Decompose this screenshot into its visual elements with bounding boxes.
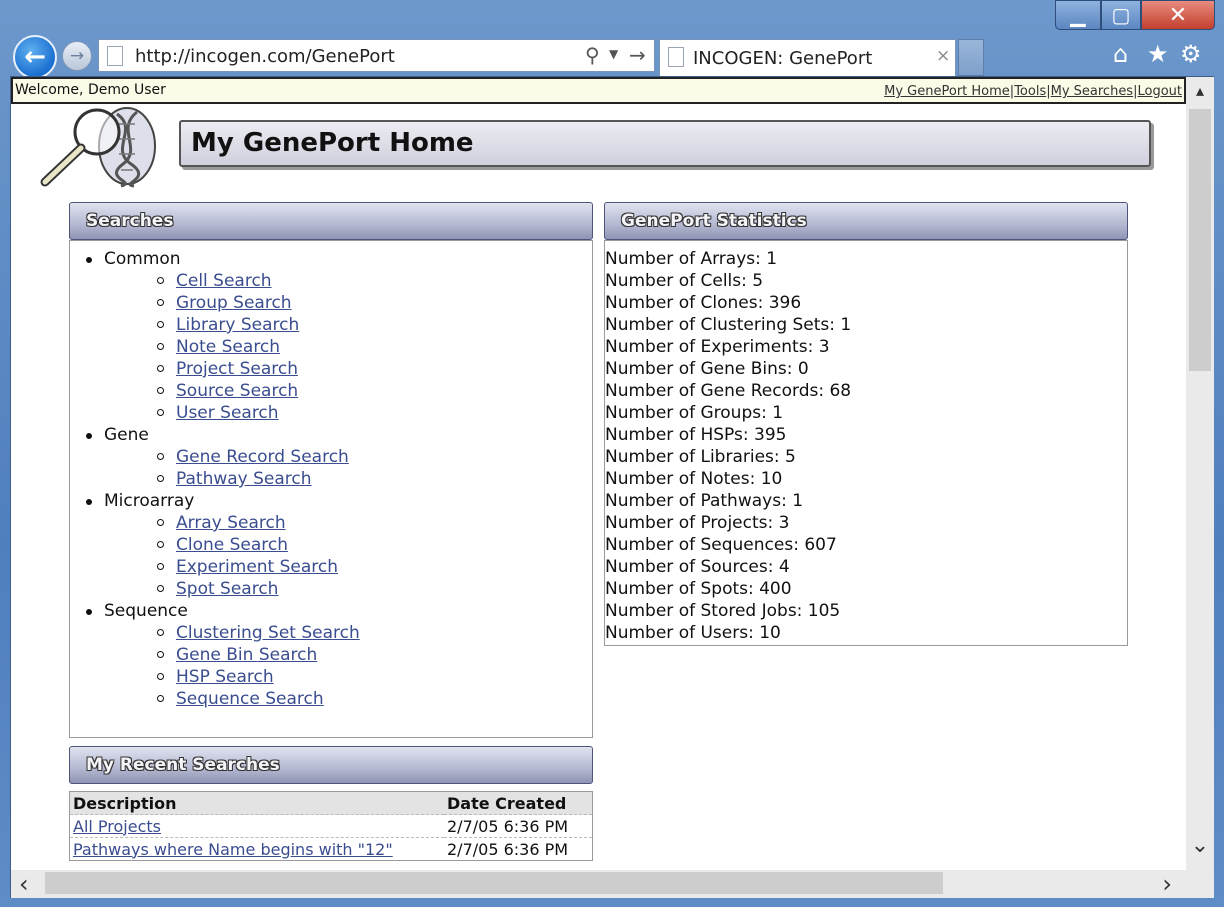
geneport-logo xyxy=(40,107,156,188)
row-description: All Projects xyxy=(69,814,444,838)
stat-row: Number of Groups: 1 xyxy=(605,403,784,423)
gear-icon[interactable]: ⚙ xyxy=(1180,40,1202,68)
recent-searches-title: My Recent Searches xyxy=(86,755,280,775)
scroll-down-icon[interactable]: ⌄ xyxy=(1186,833,1214,858)
stat-row: Number of Notes: 10 xyxy=(605,469,783,489)
close-tab-icon[interactable]: × xyxy=(936,46,950,66)
vertical-scroll-thumb[interactable] xyxy=(1189,109,1211,371)
minimize-button[interactable]: ▁ xyxy=(1055,0,1101,30)
stat-row: Number of Sources: 4 xyxy=(605,557,790,577)
welcome-text: Welcome, Demo User xyxy=(15,82,166,98)
vertical-scrollbar[interactable]: ▴ ⌄ xyxy=(1186,77,1214,870)
stat-row: Number of Cells: 5 xyxy=(605,271,764,291)
stat-row: Number of Clones: 396 xyxy=(605,293,802,313)
back-button[interactable]: ← xyxy=(13,35,57,79)
nav-link-tools[interactable]: Tools xyxy=(1014,84,1046,99)
nav-link-my-searches[interactable]: My Searches xyxy=(1051,84,1133,99)
recent-searches-header: My Recent Searches xyxy=(69,746,593,784)
scroll-left-icon[interactable]: ‹ xyxy=(19,870,29,898)
table-row: All Projects 2/7/05 6:36 PM xyxy=(69,814,593,838)
nav-link-home[interactable]: My GenePort Home xyxy=(884,84,1010,99)
row-description: Pathways where Name begins with "12" xyxy=(69,837,444,861)
search-link-gene-bin: Gene Bin Search xyxy=(156,645,318,665)
page-icon xyxy=(107,46,123,66)
scroll-up-icon[interactable]: ▴ xyxy=(1186,81,1214,100)
search-link-experiment: Experiment Search xyxy=(156,557,339,577)
browser-tab[interactable]: INCOGEN: GenePort × xyxy=(659,39,956,76)
table-row: Pathways where Name begins with "12" 2/7… xyxy=(69,837,593,861)
address-url[interactable]: http://incogen.com/GenePort xyxy=(135,46,395,67)
search-link-clustering-set: Clustering Set Search xyxy=(157,623,360,643)
search-link-group: Group Search xyxy=(157,293,292,313)
stat-row: Number of Sequences: 607 xyxy=(605,535,837,555)
stat-row: Number of Libraries: 5 xyxy=(605,447,796,467)
page-title: My GenePort Home xyxy=(191,128,474,158)
category-sequence: Sequence xyxy=(86,601,188,621)
row-date: 2/7/05 6:36 PM xyxy=(444,814,593,838)
search-link-library: Library Search xyxy=(156,315,300,335)
star-icon[interactable]: ★ xyxy=(1147,40,1169,68)
stat-row: Number of Spots: 400 xyxy=(605,579,792,599)
recent-search-link[interactable]: Pathways where Name begins with "12" xyxy=(73,840,393,859)
stat-row: Number of HSPs: 395 xyxy=(605,425,787,445)
page-title-box: My GenePort Home xyxy=(179,120,1151,167)
searches-panel-title: Searches xyxy=(86,211,174,231)
stat-row: Number of Arrays: 1 xyxy=(605,249,778,269)
table-header-row: Description Date Created xyxy=(69,791,593,815)
scroll-right-icon[interactable]: › xyxy=(1162,870,1172,898)
stat-row: Number of Experiments: 3 xyxy=(605,337,830,357)
search-link-spot: Spot Search xyxy=(156,579,279,599)
searches-panel: Common Cell Search Group Search Library … xyxy=(69,240,593,738)
category-common: Common xyxy=(86,249,181,269)
column-header-date: Date Created xyxy=(444,791,593,815)
forward-arrow-icon: → xyxy=(69,46,85,66)
stat-row: Number of Gene Records: 68 xyxy=(605,381,852,401)
search-link-user: User Search xyxy=(157,403,279,423)
top-nav: My GenePort Home|Tools|My Searches|Logou… xyxy=(884,84,1182,99)
search-link-sequence: Sequence Search xyxy=(157,689,324,709)
back-arrow-icon: ← xyxy=(24,42,46,72)
stat-row: Number of Clustering Sets: 1 xyxy=(605,315,852,335)
stat-row: Number of Pathways: 1 xyxy=(605,491,804,511)
search-link-pathway: Pathway Search xyxy=(157,469,312,489)
search-link-hsp: HSP Search xyxy=(157,667,274,687)
statistics-panel-header: GenePort Statistics xyxy=(604,202,1128,240)
forward-button[interactable]: → xyxy=(62,41,92,71)
search-icon[interactable]: ⚲ xyxy=(585,43,600,67)
tab-title: INCOGEN: GenePort xyxy=(693,48,873,69)
search-link-clone: Clone Search xyxy=(156,535,289,555)
address-bar[interactable]: http://incogen.com/GenePort ⚲ ▼ → xyxy=(98,39,655,72)
horizontal-scroll-thumb[interactable] xyxy=(45,872,943,894)
recent-search-link[interactable]: All Projects xyxy=(73,817,161,836)
horizontal-scrollbar[interactable]: ‹ › xyxy=(11,870,1214,898)
new-tab-button[interactable] xyxy=(958,39,984,76)
category-gene: Gene xyxy=(86,425,149,445)
page-icon xyxy=(668,47,684,67)
nav-link-logout[interactable]: Logout xyxy=(1137,84,1182,99)
stat-row: Number of Projects: 3 xyxy=(605,513,790,533)
home-icon[interactable]: ⌂ xyxy=(1113,40,1128,68)
search-link-note: Note Search xyxy=(156,337,281,357)
go-arrow-icon[interactable]: → xyxy=(629,43,646,67)
search-link-cell: Cell Search xyxy=(157,271,272,291)
chevron-down-icon[interactable]: ▼ xyxy=(609,47,618,61)
search-link-gene-record: Gene Record Search xyxy=(157,447,349,467)
search-link-array: Array Search xyxy=(157,513,286,533)
search-link-project: Project Search xyxy=(157,359,298,379)
stat-row: Number of Gene Bins: 0 xyxy=(605,359,809,379)
stat-row: Number of Stored Jobs: 105 xyxy=(605,601,841,621)
welcome-bar: Welcome, Demo User My GenePort Home|Tool… xyxy=(11,77,1186,104)
recent-searches-table: Description Date Created All Projects 2/… xyxy=(69,791,593,861)
column-header-description: Description xyxy=(69,791,444,815)
search-link-source: Source Search xyxy=(156,381,299,401)
row-date: 2/7/05 6:36 PM xyxy=(444,837,593,861)
category-microarray: Microarray xyxy=(85,491,195,511)
searches-panel-header: Searches xyxy=(69,202,593,240)
statistics-panel: Number of Arrays: 1 Number of Cells: 5 N… xyxy=(604,240,1128,646)
close-window-button[interactable]: ✕ xyxy=(1141,0,1215,30)
page-viewport: Welcome, Demo User My GenePort Home|Tool… xyxy=(11,77,1186,870)
statistics-panel-title: GenePort Statistics xyxy=(621,211,807,231)
maximize-button[interactable]: ▢ xyxy=(1101,0,1141,30)
stat-row: Number of Users: 10 xyxy=(605,623,781,643)
